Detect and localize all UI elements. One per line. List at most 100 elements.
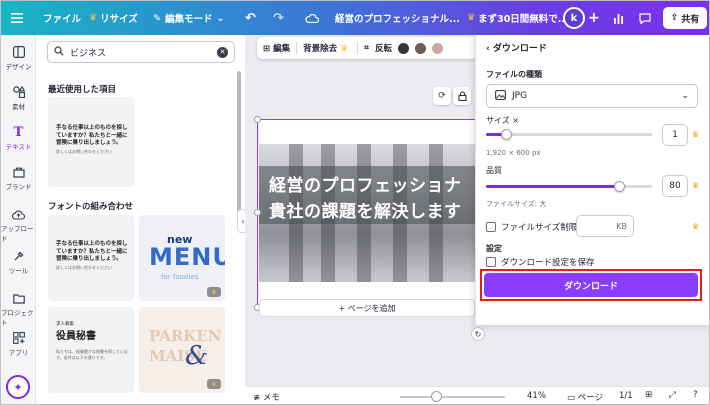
color-swatch-3[interactable] — [431, 42, 443, 54]
rail-item-projects[interactable]: プロジェクト — [1, 291, 36, 327]
download-button-highlight: ダウンロード — [480, 269, 702, 301]
crown-icon: ♛ — [692, 181, 700, 190]
undo-icon[interactable]: ↶ — [245, 1, 256, 35]
edit-image-button[interactable]: ⊞ 編集 — [263, 42, 290, 54]
search-input[interactable]: ビジネス ✕ — [47, 41, 235, 63]
rail-label: プロジェクト — [1, 309, 34, 327]
fullscreen-icon[interactable]: ⤢ — [669, 390, 676, 400]
brand-icon — [12, 165, 26, 179]
ampersand-ornament: & — [185, 341, 209, 371]
color-swatch-2[interactable] — [414, 42, 426, 54]
menu-icon[interactable] — [11, 1, 23, 35]
text-icon: T — [13, 124, 24, 140]
crown-icon: ♛ — [467, 13, 476, 23]
upload-icon — [12, 207, 26, 221]
save-settings-row[interactable]: ダウンロード設定を保存 — [486, 256, 595, 268]
resize-button[interactable]: ♛ リサイズ — [89, 1, 138, 35]
card-text: 手なる仕事以上のものを探していますか？私たちと一緒に冒険に乗り出しましょう。 — [56, 125, 128, 146]
app-window: ファイル ♛ リサイズ ✎ 編集モード ⌄ ↶ ↷ 経営のプロフェッショナル... ♛… — [0, 0, 710, 405]
rail-item-apps[interactable]: アプリ — [1, 331, 36, 357]
lock-icon[interactable] — [453, 87, 471, 105]
grid-view-icon[interactable]: ⊞ — [645, 390, 652, 400]
grid-icon: ⊞ — [263, 44, 271, 54]
divider — [296, 42, 298, 54]
size-input[interactable]: 1 — [662, 124, 688, 146]
menu-combo-card[interactable]: new MENU for foodies ♛ — [139, 215, 225, 301]
recent-title: 最近使用した項目 — [48, 85, 117, 95]
pages-icon: ▭ — [567, 393, 576, 403]
rail-item-design[interactable]: デザイン — [1, 45, 36, 71]
quality-slider[interactable] — [486, 181, 652, 192]
document-title[interactable]: 経営のプロフェッショナル... — [335, 1, 460, 35]
redo-icon[interactable]: ↷ — [273, 1, 284, 35]
help-icon[interactable]: ? — [693, 390, 698, 400]
parken-combo-card[interactable]: PARKEN MAISE & ♛ — [139, 307, 225, 393]
page-count: 1/1 — [619, 391, 633, 401]
share-icon: ⇪ — [670, 13, 679, 23]
font-combo-card[interactable]: 手なる仕事以上のものを探していますか？私たちと一緒に冒険に乗り出しましょう。 詳… — [48, 215, 134, 301]
chevron-left-icon: ‹ — [486, 44, 490, 54]
slider-knob[interactable] — [614, 181, 625, 192]
save-settings-label: ダウンロード設定を保存 — [501, 258, 595, 268]
comment-icon[interactable] — [639, 1, 651, 35]
edit-mode-dropdown[interactable]: ✎ 編集モード ⌄ — [153, 1, 224, 35]
settings-label: 設定 — [486, 244, 502, 253]
rail-label: 素材 — [12, 103, 25, 111]
file-size-limit-checkbox[interactable] — [486, 222, 496, 232]
file-size-limit-label: ファイルサイズ制限 — [501, 223, 578, 233]
save-settings-checkbox[interactable] — [486, 257, 496, 267]
file-size-limit-row[interactable]: ファイルサイズ制限 — [486, 221, 577, 233]
trial-button[interactable]: ♛ まず30日間無料で... — [467, 1, 569, 35]
file-menu[interactable]: ファイル — [43, 1, 81, 35]
rail-label: テキスト — [5, 143, 32, 151]
rotate-handle-icon[interactable]: ↻ — [471, 327, 485, 341]
resize-handle[interactable] — [254, 209, 261, 216]
add-page-button[interactable]: + ページを追加 — [259, 299, 475, 317]
notes-button[interactable]: ≢ メモ — [253, 391, 280, 403]
avatar[interactable]: k — [563, 7, 585, 29]
rotate-icon[interactable]: ⟳ — [433, 87, 451, 105]
crown-icon: ♛ — [89, 13, 98, 23]
magic-sparkle-icon[interactable]: ✦ — [6, 375, 30, 399]
zoom-slider[interactable] — [400, 396, 505, 398]
download-button[interactable]: ダウンロード — [484, 273, 698, 297]
cloud-icon[interactable] — [305, 1, 319, 35]
crop-icon[interactable]: ⌗ — [364, 43, 369, 53]
notes-label: メモ — [262, 393, 280, 403]
kb-input[interactable]: KB — [576, 215, 634, 237]
rail-item-text[interactable]: T テキスト — [1, 124, 36, 152]
dimensions-text: 1,920 × 600 px — [486, 149, 541, 157]
left-rail: デザイン 素材 T テキスト ブランド アップロード ツール プロジェクト アプ — [1, 35, 36, 404]
pages-button[interactable]: ▭ ページ — [567, 391, 603, 403]
analytics-icon[interactable] — [613, 1, 624, 35]
chevron-down-icon: ⌄ — [216, 12, 225, 24]
download-header[interactable]: ‹ ダウンロード — [486, 41, 547, 54]
plus-icon[interactable]: + — [588, 1, 600, 35]
panel-scrollbar[interactable] — [237, 71, 241, 221]
zoom-knob[interactable] — [431, 391, 442, 402]
rail-item-brand[interactable]: ブランド — [1, 165, 36, 191]
zoom-level[interactable]: 41% — [527, 391, 546, 401]
size-label: サイズ × — [486, 116, 520, 125]
shapes-icon — [12, 85, 26, 99]
search-icon — [54, 45, 64, 59]
color-swatch-1[interactable] — [397, 42, 409, 54]
rail-item-elements[interactable]: 素材 — [1, 85, 36, 111]
pages-label: ページ — [577, 393, 604, 403]
recent-template-card[interactable]: 手なる仕事以上のものを探していますか？私たちと一緒に冒険に乗り出しましょう。 詳… — [48, 97, 134, 187]
resize-handle[interactable] — [254, 116, 261, 123]
chevron-down-icon: ⌄ — [681, 91, 689, 101]
job-combo-card[interactable]: 求人募集 役員秘書 私たちは、経験豊かな秘書を探しています。条件は以下の通りです… — [48, 307, 134, 393]
quality-input[interactable]: 80 — [662, 175, 688, 197]
rail-item-tools[interactable]: ツール — [1, 249, 36, 275]
share-button[interactable]: ⇪ 共有 — [663, 7, 707, 29]
slider-fill — [486, 185, 619, 188]
file-type-select[interactable]: JPG ⌄ — [486, 84, 698, 108]
clear-icon[interactable]: ✕ — [217, 46, 228, 58]
bg-remove-button[interactable]: 背景除去 ♛ — [303, 42, 351, 54]
crown-icon: ♛ — [692, 222, 700, 231]
rail-item-upload[interactable]: アップロード — [1, 207, 36, 243]
size-slider[interactable] — [486, 129, 652, 140]
slider-knob[interactable] — [501, 129, 512, 140]
flip-button[interactable]: 反転 — [375, 42, 392, 54]
